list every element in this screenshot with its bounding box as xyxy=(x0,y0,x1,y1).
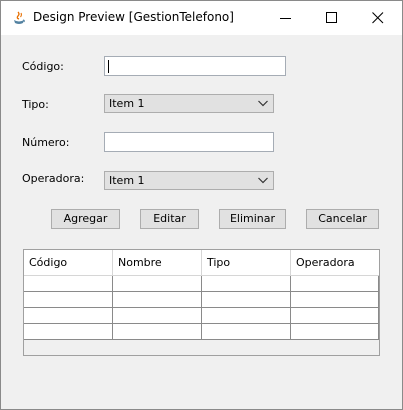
minimize-button[interactable] xyxy=(263,1,309,35)
window-title: Design Preview [GestionTelefono] xyxy=(33,10,234,24)
column-header-codigo[interactable]: Código xyxy=(24,250,113,275)
editar-button[interactable]: Editar xyxy=(140,209,199,229)
app-window: Design Preview [GestionTelefono] Código:… xyxy=(0,0,403,410)
title-bar[interactable]: Design Preview [GestionTelefono] xyxy=(1,1,402,35)
table-cell[interactable] xyxy=(202,292,291,308)
table-cell[interactable] xyxy=(113,308,202,324)
table-cell[interactable] xyxy=(113,276,202,292)
table-header: Código Nombre Tipo Operadora xyxy=(24,250,379,276)
table-cell[interactable] xyxy=(24,324,113,340)
agregar-button[interactable]: Agregar xyxy=(51,209,120,229)
phones-table[interactable]: Código Nombre Tipo Operadora xyxy=(23,249,380,356)
table-cell[interactable] xyxy=(291,308,379,324)
maximize-button[interactable] xyxy=(309,1,355,35)
table-cell[interactable] xyxy=(202,324,291,340)
table-cell[interactable] xyxy=(24,292,113,308)
table-cell[interactable] xyxy=(291,276,379,292)
table-body xyxy=(24,276,379,340)
table-row[interactable] xyxy=(24,308,379,324)
form-panel: Código: Tipo: Item 1 Número: Operadora: … xyxy=(1,35,402,409)
operadora-selected-value: Item 1 xyxy=(109,174,145,187)
table-cell[interactable] xyxy=(202,308,291,324)
chevron-down-icon xyxy=(258,100,268,107)
table-row[interactable] xyxy=(24,324,379,340)
table-cell[interactable] xyxy=(202,276,291,292)
tipo-combobox[interactable]: Item 1 xyxy=(104,94,274,113)
table-row[interactable] xyxy=(24,292,379,308)
table-cell[interactable] xyxy=(24,276,113,292)
column-header-nombre[interactable]: Nombre xyxy=(113,250,202,275)
tipo-label: Tipo: xyxy=(22,98,49,111)
table-cell[interactable] xyxy=(291,292,379,308)
table-row[interactable] xyxy=(24,276,379,292)
table-cell[interactable] xyxy=(113,324,202,340)
operadora-combobox[interactable]: Item 1 xyxy=(104,171,274,190)
close-icon xyxy=(372,12,384,24)
codigo-label: Código: xyxy=(22,60,64,73)
table-cell[interactable] xyxy=(24,308,113,324)
cancelar-button[interactable]: Cancelar xyxy=(306,209,379,229)
eliminar-button[interactable]: Eliminar xyxy=(219,209,286,229)
text-caret xyxy=(108,60,109,73)
java-app-icon xyxy=(11,10,27,26)
column-header-operadora[interactable]: Operadora xyxy=(291,250,379,275)
table-cell[interactable] xyxy=(291,324,379,340)
minimize-icon xyxy=(280,18,291,19)
numero-label: Número: xyxy=(22,136,70,149)
operadora-label: Operadora: xyxy=(22,172,85,185)
tipo-selected-value: Item 1 xyxy=(109,97,145,110)
maximize-icon xyxy=(326,12,337,23)
numero-field[interactable] xyxy=(104,132,274,152)
table-cell[interactable] xyxy=(113,292,202,308)
close-button[interactable] xyxy=(355,1,401,35)
codigo-field[interactable] xyxy=(104,56,286,76)
column-header-tipo[interactable]: Tipo xyxy=(202,250,291,275)
chevron-down-icon xyxy=(258,177,268,184)
